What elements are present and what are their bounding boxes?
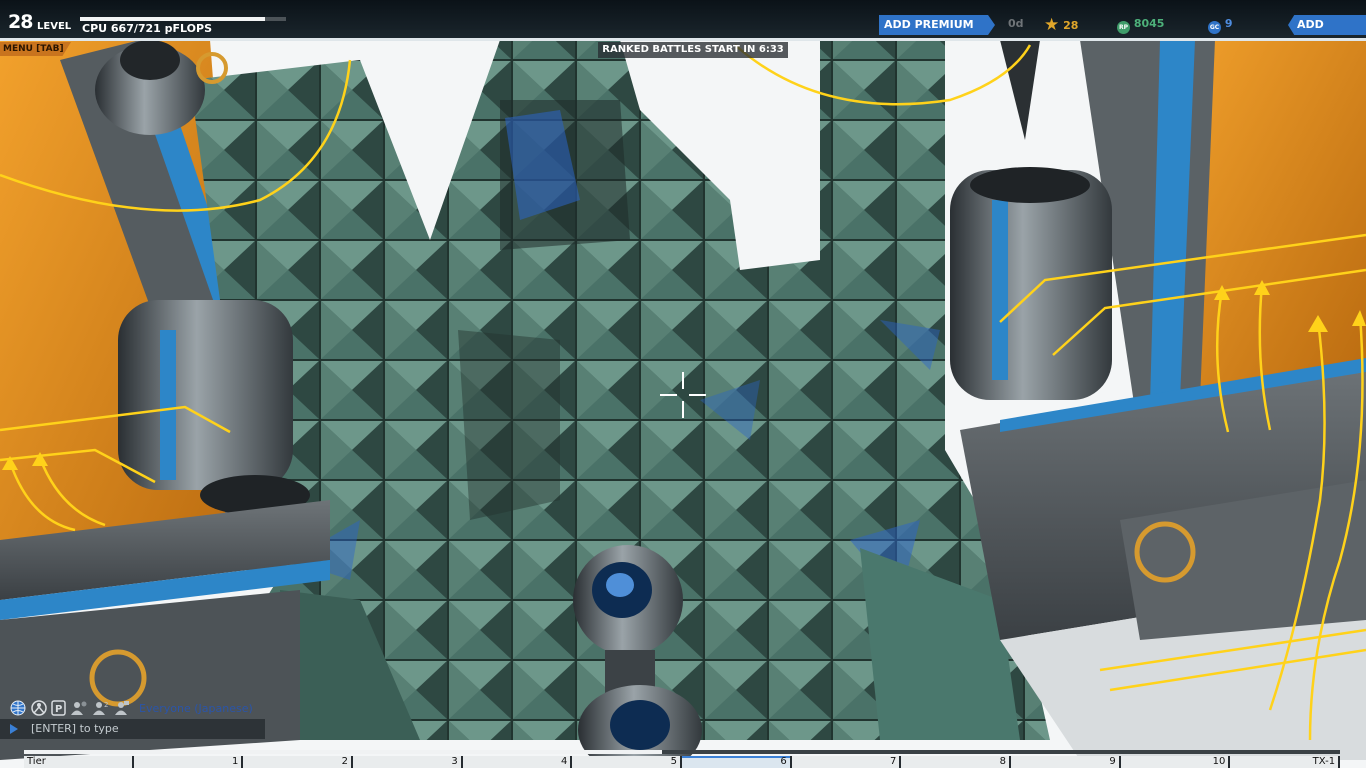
tier-cell[interactable]: 2 <box>243 756 354 768</box>
tier-cell[interactable]: 5 <box>572 756 683 768</box>
custom-channel-icon[interactable]: 2 <box>93 701 108 715</box>
cpu-readout: CPU 667/721 pFLOPS <box>82 22 213 35</box>
level-progress-fill <box>80 17 266 21</box>
robits-icon: RP <box>1117 21 1130 34</box>
player-level-label: LEVEL <box>37 21 72 32</box>
menu-tab-button[interactable]: MENU [TAB] <box>0 42 71 56</box>
tier-label: 10 <box>1212 756 1226 767</box>
tier-cell[interactable]: 7 <box>792 756 902 768</box>
cpu-tier-progress-fill <box>24 750 663 754</box>
tier-label: 2 <box>341 756 349 767</box>
globe-icon[interactable] <box>10 700 26 716</box>
private-channel-icon[interactable] <box>115 701 129 715</box>
tier-label: 6 <box>780 756 787 767</box>
tier-cell[interactable]: Tier <box>24 756 134 768</box>
tier-label: TX-1 <box>1312 756 1336 767</box>
level-progress-bar <box>80 17 286 21</box>
tier-label: 7 <box>890 756 897 767</box>
tier-label: 8 <box>999 756 1007 767</box>
tier-label: 1 <box>231 756 239 767</box>
svg-text:2: 2 <box>104 701 108 709</box>
chat-channel-label[interactable]: Everyone (Japanese) <box>139 702 253 715</box>
ranked-battles-banner: RANKED BATTLES START IN 6:33 <box>598 42 788 58</box>
galaxy-coins-icon: GC <box>1208 21 1221 34</box>
tier-label: 5 <box>670 756 678 767</box>
tier-cell[interactable]: 6 <box>682 756 792 768</box>
tier-cell[interactable]: 3 <box>353 756 463 768</box>
add-funds-button[interactable]: ADD FUNDS <box>1288 15 1366 35</box>
tier-label: Tier <box>27 756 46 767</box>
add-premium-button[interactable]: ADD PREMIUM <box>879 15 995 35</box>
tier-cell[interactable]: 9 <box>1011 756 1121 768</box>
chat-arrow-icon <box>10 724 18 734</box>
premium-days-remaining: 0d <box>1008 17 1024 30</box>
friends-icon[interactable] <box>71 701 87 716</box>
tier-label: 3 <box>451 756 458 767</box>
chat-channel-icons: P 2 <box>9 700 134 716</box>
player-level-number: 28 <box>8 11 33 33</box>
stars-counter: ★ 28 <box>1044 15 1079 35</box>
tier-cell[interactable]: TX-1 <box>1230 756 1341 768</box>
chat-input-hint: [ENTER] to type <box>31 722 119 735</box>
tier-label: 9 <box>1109 756 1116 767</box>
galaxy-coins-counter: GC 9 <box>1208 17 1233 34</box>
cpu-tier-progress-bar <box>24 750 1340 754</box>
tier-cell[interactable]: 1 <box>134 756 244 768</box>
tier-cell[interactable]: 10 <box>1121 756 1231 768</box>
clan-icon[interactable] <box>31 700 47 716</box>
tier-label: 4 <box>560 756 568 767</box>
top-hud-divider <box>0 38 1366 41</box>
svg-text:P: P <box>55 704 62 715</box>
tier-bar: Tier 1 2 3 4 5 6 7 8 9 10 TX-1 <box>24 756 1341 768</box>
tier-cell[interactable]: 8 <box>901 756 1012 768</box>
tier-cell[interactable]: 4 <box>463 756 573 768</box>
star-icon: ★ <box>1044 15 1060 35</box>
party-icon[interactable]: P <box>51 700 66 716</box>
garage-scene <box>0 0 1366 768</box>
robits-counter: RP 8045 <box>1117 17 1164 34</box>
